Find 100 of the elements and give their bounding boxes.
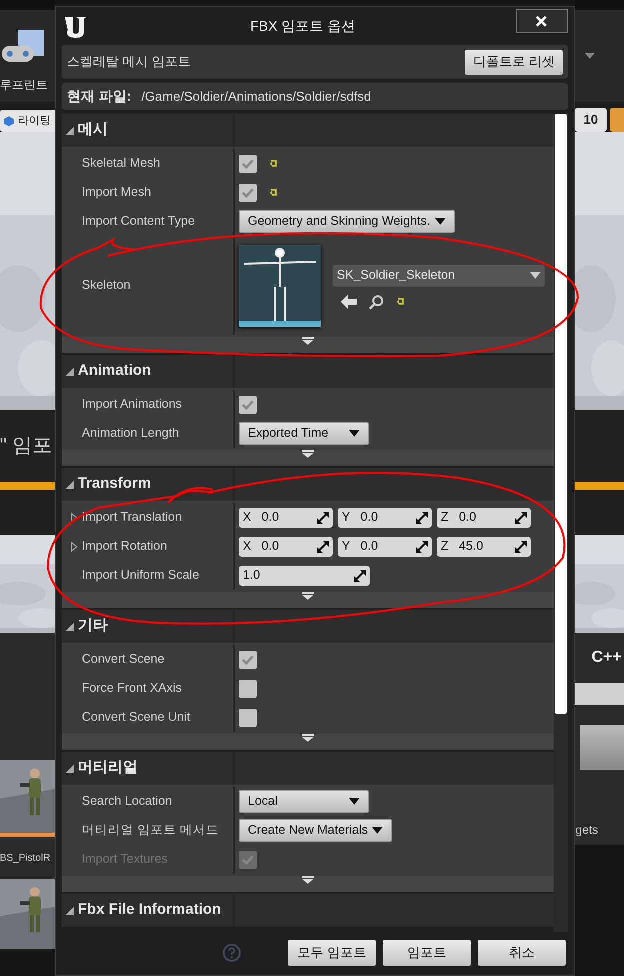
reset-arrow-icon[interactable] [269,188,279,198]
section-title: 머티리얼 [78,758,138,778]
number-field[interactable]: Y 0.0 [338,508,432,528]
property-label: Skeleton [82,277,131,294]
spin-arrows-icon[interactable] [515,512,527,524]
property-label: Convert Scene Unit [82,709,190,726]
property-label: 머티리얼 임포트 메서드 [82,822,219,840]
expander-strip[interactable] [62,592,554,608]
close-button[interactable] [516,9,568,33]
asset-name: lgets [575,822,598,839]
property-label: Animation Length [82,425,180,442]
section-title: Transform [78,474,152,494]
lighting-button[interactable]: 라이팅 [0,110,55,132]
caret-icon [349,430,360,437]
count-badge[interactable]: 10 [575,108,607,132]
dropdown[interactable]: Geometry and Skinning Weights. [239,210,455,233]
reset-arrow-icon[interactable] [396,297,406,307]
dialog-button[interactable]: 취소 [478,940,566,966]
expand-down-icon [302,450,314,458]
property-label: Import Uniform Scale [82,567,200,584]
expand-down-icon [302,337,314,345]
caret-icon [530,272,541,279]
checkbox[interactable] [239,708,257,726]
property-label: Convert Scene [82,651,165,668]
property-label: Force Front XAxis [82,680,182,698]
collapse-triangle-icon[interactable] [66,126,74,134]
expander-strip[interactable] [62,337,554,353]
property-label: Import Textures [82,851,168,868]
progress-strip [0,482,55,490]
section-title: 기타 [78,616,108,636]
checkbox[interactable] [239,184,257,202]
reset-defaults-button[interactable]: 디폴트로 리셋 [465,50,563,74]
spin-arrows-icon[interactable] [416,512,428,524]
dropdown[interactable]: Exported Time [239,422,369,445]
collapse-triangle-icon[interactable] [66,480,74,488]
selection-strip [0,833,55,837]
caret-icon [349,798,360,805]
number-field[interactable]: Z 45.0 [437,536,531,556]
dropdown[interactable]: Local [239,790,369,813]
checkmark-icon [242,188,254,198]
caret-icon [434,218,446,225]
property-label: Skeletal Mesh [82,155,161,172]
expand-arrow-icon[interactable] [70,512,78,522]
arrow-left-icon[interactable] [341,295,357,309]
skeleton-thumbnail[interactable] [239,244,321,326]
number-field[interactable]: X 0.0 [239,536,333,556]
number-field[interactable]: X 0.0 [239,508,333,528]
property-label: Import Mesh [82,184,152,202]
collapse-triangle-icon[interactable] [66,764,74,772]
checkbox[interactable] [239,650,257,668]
cube-icon [4,116,14,126]
expand-arrow-icon[interactable] [70,542,78,552]
progress-strip [575,482,624,490]
collapse-triangle-icon[interactable] [66,906,74,914]
property-label: Import Translation [82,509,182,526]
current-file-path: /Game/Soldier/Animations/Soldier/sdfsd [142,88,372,106]
checkbox[interactable] [239,680,257,698]
checkmark-icon [242,158,254,168]
section-title: 메시 [78,120,108,140]
dialog-button[interactable]: 모두 임포트 [288,940,376,966]
window-title: FBX 임포트 옵션 [250,16,356,36]
asset-picker[interactable]: SK_Soldier_Skeleton [333,264,545,286]
caret-icon [372,827,384,834]
property-label: Import Rotation [82,538,168,556]
dialog-button[interactable]: 임포트 [383,940,471,966]
property-label: Import Animations [82,396,182,414]
number-field[interactable]: 1.0 [239,566,370,586]
search-icon[interactable] [369,294,384,310]
spin-arrows-icon[interactable] [317,512,329,524]
number-field[interactable]: Z 0.0 [437,508,531,528]
scrollbar-thumb[interactable] [555,114,567,714]
expand-down-icon [302,592,314,600]
checkmark-icon [242,400,254,410]
header-bar [575,683,624,705]
reset-arrow-icon[interactable] [269,158,279,168]
checkmark-icon [242,654,254,664]
spin-arrows-icon[interactable] [317,540,329,552]
section-title: Fbx File Information [78,900,222,920]
caret-icon[interactable] [585,53,595,59]
collapse-triangle-icon[interactable] [66,368,74,376]
property-label: Search Location [82,793,172,810]
asset-name: BS_PistolR [0,852,51,866]
checkbox[interactable] [239,396,257,414]
spin-arrows-icon[interactable] [515,540,527,552]
collapse-triangle-icon[interactable] [66,622,74,630]
toolbar-label: 루프린트 [0,77,48,94]
spin-arrows-icon[interactable] [416,540,428,552]
dropdown[interactable]: Create New Materials [239,819,392,842]
language-label: C++ [592,648,622,668]
expand-down-icon [302,876,314,884]
checkbox[interactable] [239,154,257,172]
folder-tile[interactable] [580,725,624,770]
spin-arrows-icon[interactable] [354,570,366,582]
property-label: Import Content Type [82,213,196,230]
viewport-caption: " 임포 [0,434,53,459]
section-title: Animation [78,361,152,382]
current-file-label: 현재 파일: [67,87,132,106]
number-field[interactable]: Y 0.0 [338,536,432,556]
close-icon [536,16,548,26]
expand-down-icon [302,734,314,742]
